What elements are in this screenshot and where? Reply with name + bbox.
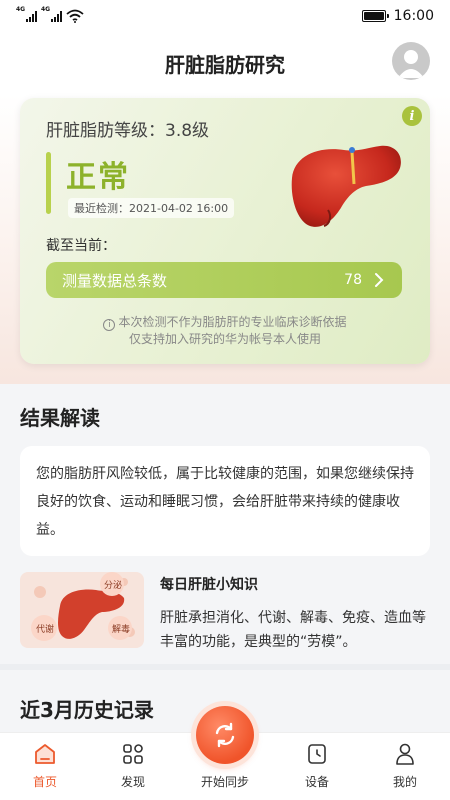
recent-check-time: 最近检测：2021-04-02 16:00 [68, 198, 235, 218]
tab-home[interactable]: 首页 [0, 741, 90, 790]
daily-tip-title: 每日肝脏小知识 [160, 577, 258, 593]
cell-signal-2-icon: 4G [41, 6, 62, 22]
tag-secretion: 分泌 [104, 581, 123, 591]
info-circle-icon: i [103, 319, 116, 331]
as-of-label: 截至当前： [46, 238, 116, 254]
section-divider [0, 664, 450, 670]
tab-home-label: 首页 [32, 775, 57, 789]
start-sync-button[interactable] [196, 706, 254, 764]
tab-me[interactable]: 我的 [360, 741, 450, 790]
liver-icon [291, 145, 401, 227]
sync-icon [215, 722, 235, 748]
tab-sync-label: 开始同步 [200, 775, 249, 789]
daily-tip-text: 肝脏承担消化、代谢、解毒、免疫、造血等丰富的功能，是典型的“劳模”。 [160, 610, 426, 650]
tag-metabolism: 代谢 [36, 625, 55, 635]
status-right: 16:00 [361, 8, 434, 24]
interpretation-title: 结果解读 [20, 406, 100, 430]
status-text: 正常 [66, 160, 130, 195]
person-icon [396, 743, 414, 765]
network-type-1: 4G [16, 6, 26, 13]
daily-tip-image[interactable]: 分泌 代谢 解毒 [20, 572, 144, 648]
info-icon[interactable]: i [402, 106, 422, 126]
disclaimer-line-1: i 本次检测不作为脂肪肝的专业临床诊断依据 [20, 314, 430, 331]
discover-icon [123, 744, 143, 764]
clock: 16:00 [393, 8, 434, 24]
wifi-icon [66, 9, 84, 23]
avatar[interactable] [392, 42, 430, 80]
tab-discover[interactable]: 发现 [88, 741, 178, 790]
data-count-label: 测量数据总条数 [62, 271, 168, 290]
disclaimer-text-1: 本次检测不作为脂肪肝的专业临床诊断依据 [118, 315, 347, 329]
history-title: 近3月历史记录 [20, 698, 154, 722]
status-bar: 4G 4G 16:00 [0, 0, 450, 32]
tab-devices-label: 设备 [304, 775, 329, 789]
home-icon [35, 744, 55, 764]
page-title: 肝脏脂肪研究 [165, 52, 285, 77]
tab-devices[interactable]: 设备 [272, 741, 362, 790]
data-count-right: 78 [344, 272, 384, 288]
interpretation-card: 您的脂肪肝风险较低，属于比较健康的范围，如果您继续保持良好的饮食、运动和睡眠习惯… [20, 446, 430, 556]
user-avatar-icon [398, 50, 424, 78]
tab-me-label: 我的 [392, 775, 417, 789]
device-watch-icon [308, 744, 326, 764]
battery-icon [361, 10, 389, 22]
disclaimer-line-2: 仅支持加入研究的华为帐号本人使用 [128, 332, 321, 346]
disclaimer: i 本次检测不作为脂肪肝的专业临床诊断依据 仅支持加入研究的华为帐号本人使用 [20, 314, 430, 348]
chevron-right-icon [375, 273, 384, 287]
status-left: 4G 4G [16, 6, 84, 23]
tag-detox: 解毒 [112, 625, 131, 635]
data-count-value: 78 [344, 272, 362, 288]
interpretation-text: 您的脂肪肝风险较低，属于比较健康的范围，如果您继续保持良好的饮食、运动和睡眠习惯… [36, 466, 414, 538]
app-header: 肝脏脂肪研究 [0, 32, 450, 94]
fat-level-label: 肝脏脂肪等级：3.8级 [46, 121, 210, 141]
status-accent-bar [46, 152, 51, 214]
tab-discover-label: 发现 [120, 775, 145, 789]
data-count-row[interactable]: 测量数据总条数 78 [46, 262, 402, 298]
summary-card: i 肝脏脂肪等级：3.8级 正常 最近检测：2021-04-02 16:00 截… [20, 98, 430, 364]
network-type-2: 4G [41, 6, 51, 13]
cell-signal-icon: 4G [16, 6, 37, 22]
